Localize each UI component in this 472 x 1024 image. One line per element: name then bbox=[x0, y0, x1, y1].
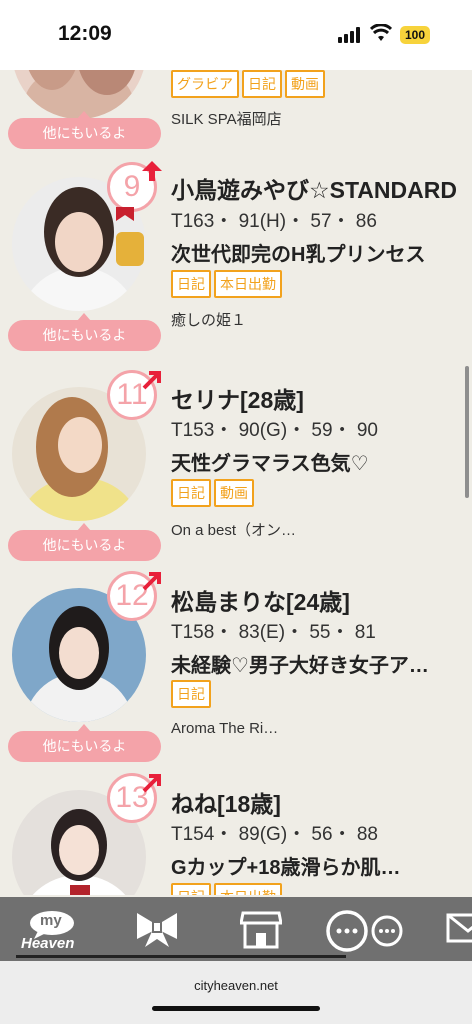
tag-diary[interactable]: 日記 bbox=[242, 70, 282, 98]
tag-list: 日記 本日出勤 bbox=[171, 883, 282, 895]
shop-name[interactable]: On a best（オン… bbox=[171, 519, 431, 540]
tag-gravure[interactable]: グラビア bbox=[171, 70, 239, 98]
ribbon-badge-icon bbox=[116, 207, 134, 221]
home-indicator[interactable] bbox=[152, 1006, 320, 1011]
ribbon-icon[interactable] bbox=[133, 909, 181, 949]
other-casts-button[interactable]: 他にもいるよ bbox=[8, 313, 161, 351]
cast-list: 他にもいるよ グラビア 日記 動画 SILK SPA福岡店 9 小鳥遊みやび☆S… bbox=[0, 0, 472, 895]
cast-specs: T154・ 89(G)・ 56・ 88 bbox=[171, 824, 378, 845]
cast-catchphrase: Gカップ+18歳滑らか肌… bbox=[171, 857, 401, 879]
list-item[interactable]: 13 ねね[18歳] T154・ 89(G)・ 56・ 88 Gカップ+18歳滑… bbox=[0, 773, 472, 895]
cast-catchphrase: 未経験♡男子大好き女子ア… bbox=[171, 655, 429, 677]
tag-video[interactable]: 動画 bbox=[285, 70, 325, 98]
tag-list: グラビア 日記 動画 bbox=[171, 70, 325, 98]
mypage-label-top: my bbox=[40, 912, 62, 929]
other-casts-button[interactable]: 他にもいるよ bbox=[8, 724, 161, 762]
tag-video[interactable]: 動画 bbox=[214, 479, 254, 507]
browser-url-bar[interactable]: cityheaven.net bbox=[0, 961, 472, 1024]
cast-name[interactable]: 松島まりな[24歳] bbox=[171, 583, 461, 617]
rank-up-icon bbox=[142, 161, 162, 181]
url-text[interactable]: cityheaven.net bbox=[0, 978, 472, 993]
tag-list: 日記 動画 bbox=[171, 479, 254, 507]
tag-diary[interactable]: 日記 bbox=[171, 270, 211, 298]
status-bar: 12:09 100 bbox=[0, 0, 472, 70]
cast-specs: T163・ 91(H)・ 57・ 86 bbox=[171, 211, 377, 232]
cast-catchphrase: 次世代即完のH乳プリンセス bbox=[171, 244, 426, 266]
scrollbar[interactable] bbox=[465, 366, 469, 498]
mypage-label-bottom: Heaven bbox=[21, 935, 75, 952]
cast-specs: T158・ 83(E)・ 55・ 81 bbox=[171, 622, 376, 643]
tag-working-today[interactable]: 本日出勤 bbox=[214, 270, 282, 298]
tag-working-today[interactable]: 本日出勤 bbox=[214, 883, 282, 895]
tag-list: 日記 本日出勤 bbox=[171, 270, 282, 298]
mypage-icon[interactable]: my Heaven bbox=[18, 909, 86, 953]
tag-diary[interactable]: 日記 bbox=[171, 479, 211, 507]
other-casts-button[interactable]: 他にもいるよ bbox=[8, 111, 161, 149]
signal-icon bbox=[338, 27, 362, 43]
nav-scroll-indicator bbox=[16, 955, 346, 958]
rank-up-icon bbox=[142, 572, 161, 591]
list-item[interactable]: 11 セリナ[28歳] T153・ 90(G)・ 59・ 90 天性グラマラス色… bbox=[0, 370, 472, 579]
cast-specs: T153・ 90(G)・ 59・ 90 bbox=[171, 420, 378, 441]
rank-up-icon bbox=[142, 371, 161, 390]
shop-name[interactable]: SILK SPA福岡店 bbox=[171, 108, 431, 129]
wifi-icon bbox=[370, 24, 392, 41]
cast-name[interactable]: ねね[18歳] bbox=[171, 785, 461, 819]
shop-name[interactable]: 癒しの姫１ bbox=[171, 309, 431, 330]
cast-name[interactable]: セリナ[28歳] bbox=[171, 381, 461, 415]
clock: 12:09 bbox=[58, 22, 112, 45]
shop-name[interactable]: Aroma The Ri… bbox=[171, 720, 431, 737]
cast-catchphrase: 天性グラマラス色気♡ bbox=[171, 453, 369, 475]
tag-diary[interactable]: 日記 bbox=[171, 883, 211, 895]
list-item[interactable]: 12 松島まりな[24歳] T158・ 83(E)・ 55・ 81 未経験♡男子… bbox=[0, 571, 472, 780]
list-item[interactable]: 9 小鳥遊みやび☆STANDARD T163・ 91(H)・ 57・ 86 次世… bbox=[0, 161, 472, 370]
cast-name[interactable]: 小鳥遊みやび☆STANDARD bbox=[171, 171, 461, 205]
shop-icon[interactable] bbox=[240, 909, 282, 949]
other-casts-button[interactable]: 他にもいるよ bbox=[8, 523, 161, 561]
tag-list: 日記 bbox=[171, 680, 211, 708]
chat-icon[interactable] bbox=[326, 909, 406, 953]
mail-icon[interactable] bbox=[446, 909, 472, 945]
bottom-nav: my Heaven bbox=[0, 897, 472, 961]
battery-icon: 100 bbox=[400, 26, 430, 44]
rank-up-icon bbox=[142, 774, 161, 793]
tag-diary[interactable]: 日記 bbox=[171, 680, 211, 708]
